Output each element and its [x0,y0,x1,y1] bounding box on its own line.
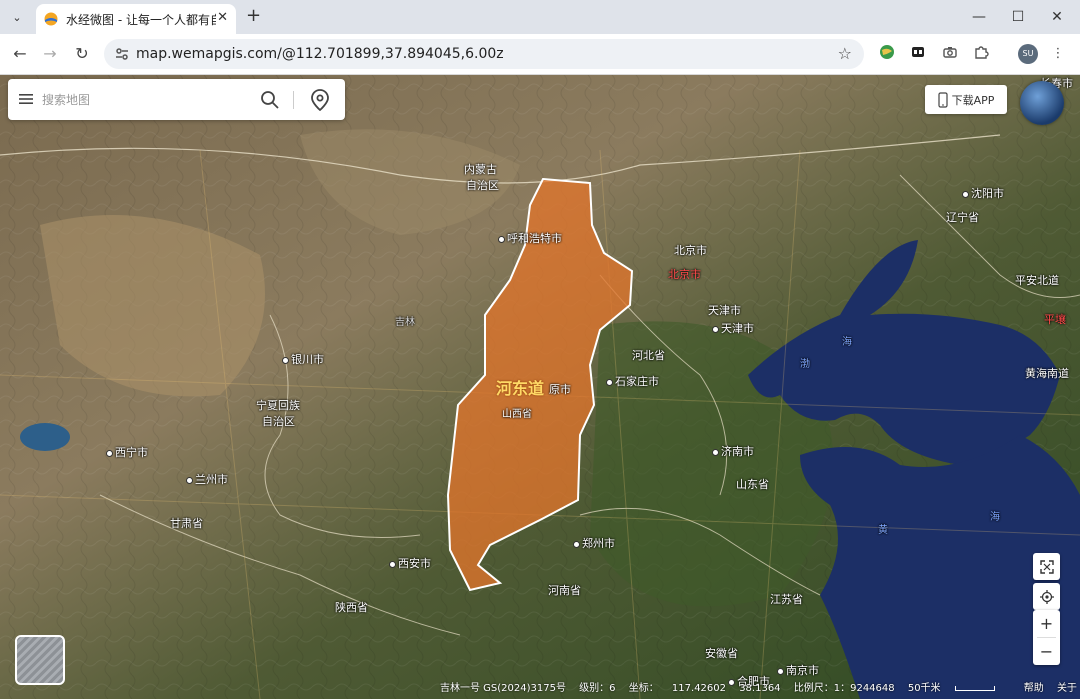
hamburger-menu-icon[interactable] [18,91,34,107]
reload-button[interactable]: ↻ [70,42,94,66]
location-pin-icon[interactable] [310,89,330,111]
map-search-input[interactable] [40,89,244,111]
extension-tab-icon[interactable] [908,44,928,64]
site-favicon-icon [44,12,58,26]
label-hohhot[interactable]: 呼和浩特市 [498,230,562,246]
label-taiyuan: 原市 [549,383,571,396]
label-shanxi: 山西省 [502,409,532,420]
label-inner-mongolia-2: 自治区 [466,179,499,192]
label-tianjin-city[interactable]: 天津市 [712,320,754,336]
region-name-hedong-dao[interactable]: 河东道 [496,375,544,399]
label-jilin-watermark: 吉林 [395,317,415,328]
label-tianjin: 天津市 [708,304,741,317]
label-anhui: 安徽省 [705,647,738,660]
label-inner-mongolia: 内蒙古 [464,163,497,176]
coord-label: 坐标： [628,683,659,694]
label-jinan[interactable]: 济南市 [712,443,754,459]
help-link[interactable]: 帮助 [1024,683,1044,694]
label-beijing: 北京市 [674,244,707,257]
tab-list-button[interactable]: ⌄ [6,6,28,28]
label-yellow-sea-2: 海 [990,512,1000,523]
url-text[interactable]: map.wemapgis.com/@112.701899,37.894045,6… [136,46,504,62]
label-shijiazhuang[interactable]: 石家庄市 [606,373,659,389]
profile-avatar[interactable]: SU [1018,44,1038,64]
imagery-source: 吉林一号 GS(2024)3175号 [440,683,566,694]
browser-tab-bar: ⌄ 水经微图 - 让每一个人都有自己 ✕ + — ☐ ✕ [0,0,1080,34]
browser-menu-icon[interactable]: ⋮ [1048,44,1068,64]
label-liaoning: 辽宁省 [946,211,979,224]
download-app-label: 下载APP [951,93,995,107]
map-canvas[interactable]: 内蒙古 自治区 呼和浩特市 北京市 北京市 天津市 天津市 河北省 石家庄市 河… [0,75,1080,699]
about-link[interactable]: 关于 [1057,683,1077,694]
map-status-bar: 吉林一号 GS(2024)3175号 级别：6 坐标： 117.42602 38… [440,679,1080,697]
extensions-puzzle-icon[interactable] [971,44,991,64]
label-bohai-2: 海 [842,337,852,348]
label-hebei: 河北省 [632,349,665,362]
extension-globe-icon[interactable] [877,44,897,64]
zoom-control: + − [1033,610,1060,665]
label-pyongan-north: 平安北道 [1015,274,1059,287]
label-pyongyang[interactable]: 平壤 [1044,311,1066,327]
browser-tab[interactable]: 水经微图 - 让每一个人都有自己 ✕ [36,4,236,34]
layer-switch-thumbnail[interactable] [15,635,65,685]
label-xian[interactable]: 西安市 [389,555,431,571]
label-beijing-red[interactable]: 北京市 [668,266,701,282]
download-app-button[interactable]: 下载APP [925,85,1007,114]
label-xining[interactable]: 西宁市 [106,444,148,460]
coord-lng: 117.42602 [671,683,726,694]
fullscreen-control[interactable] [1033,553,1060,580]
tab-title: 水经微图 - 让每一个人都有自己 [66,12,216,27]
label-zhengzhou[interactable]: 郑州市 [573,535,615,551]
window-close-button[interactable]: ✕ [1045,6,1069,28]
camera-icon[interactable] [940,44,960,64]
label-ningxia-2: 自治区 [262,415,295,428]
label-shenyang[interactable]: 沈阳市 [962,185,1004,201]
locate-crosshair-icon[interactable] [1033,583,1060,610]
search-divider [293,91,294,109]
bookmark-star-icon[interactable]: ☆ [838,44,852,63]
tab-close-button[interactable]: ✕ [217,10,228,25]
label-ningxia-1: 宁夏回族 [256,399,300,412]
label-yinchuan[interactable]: 银川市 [282,351,324,367]
phone-icon [937,91,948,108]
locate-control[interactable] [1033,583,1060,610]
label-shaanxi: 陕西省 [335,601,368,614]
scale-ratio: 比例尺：1：9244648 [793,683,895,694]
site-info-icon[interactable] [114,46,130,62]
label-lanzhou[interactable]: 兰州市 [186,471,228,487]
coord-lat: 38.1364 [739,683,781,694]
label-bohai-1: 渤 [800,359,810,370]
label-jiangsu: 江苏省 [770,593,803,606]
globe-view-icon[interactable] [1020,81,1064,125]
label-nanjing[interactable]: 南京市 [777,662,819,678]
label-yellow-sea-1: 黄 [878,525,888,536]
label-shandong: 山东省 [736,478,769,491]
address-bar[interactable]: map.wemapgis.com/@112.701899,37.894045,6… [104,39,864,69]
label-south-hwanghae: 黄海南道 [1025,367,1069,380]
back-button[interactable]: ← [8,42,32,66]
label-henan: 河南省 [548,584,581,597]
maximize-button[interactable]: ☐ [1006,6,1030,28]
map-search-box [8,79,345,120]
zoom-in-button[interactable]: + [1033,610,1060,637]
zoom-level: 级别：6 [579,683,616,694]
minimize-button[interactable]: — [967,6,991,28]
new-tab-button[interactable]: + [246,6,261,26]
label-gansu: 甘肃省 [170,517,203,530]
zoom-out-button[interactable]: − [1033,638,1060,665]
forward-button[interactable]: → [38,42,62,66]
scale-bar [954,685,995,691]
search-icon[interactable] [260,90,280,110]
fullscreen-icon[interactable] [1033,553,1060,580]
scale-text: 50千米 [907,683,941,694]
browser-toolbar: ← → ↻ map.wemapgis.com/@112.701899,37.89… [0,34,1080,75]
